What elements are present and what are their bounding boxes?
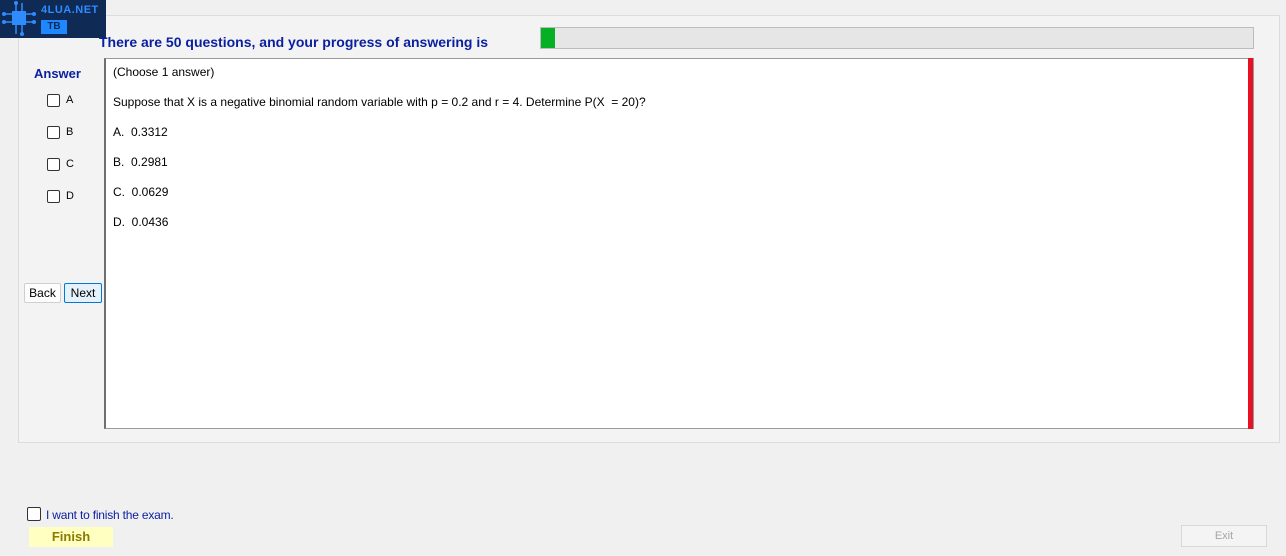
- back-button[interactable]: Back: [24, 283, 61, 303]
- next-button[interactable]: Next: [64, 283, 102, 303]
- answer-option-label: D: [66, 190, 74, 202]
- answer-option-label: A: [66, 94, 74, 106]
- question-text: Suppose that X is a negative binomial ra…: [113, 95, 646, 109]
- progress-bar: [540, 27, 1254, 49]
- logo-badge: TB: [41, 20, 67, 34]
- choice-d: D. 0.0436: [113, 215, 169, 229]
- circuit-chip-icon: [2, 1, 36, 36]
- finish-exam-label: I want to finish the exam.: [46, 508, 174, 522]
- site-logo: 4LUA.NET TB: [0, 0, 106, 38]
- checkbox-c[interactable]: [47, 158, 60, 171]
- checkbox-d[interactable]: [47, 190, 60, 203]
- finish-exam-checkbox[interactable]: [27, 507, 41, 521]
- question-panel: (Choose 1 answer) Suppose that X is a ne…: [104, 58, 1254, 429]
- choice-b: B. 0.2981: [113, 155, 168, 169]
- question-instruction: (Choose 1 answer): [113, 65, 215, 79]
- choice-a: A. 0.3312: [113, 125, 168, 139]
- exit-button[interactable]: Exit: [1181, 525, 1267, 547]
- checkbox-a[interactable]: [47, 94, 60, 107]
- progress-label: There are 50 questions, and your progres…: [99, 34, 488, 50]
- logo-text: 4LUA.NET: [41, 4, 99, 16]
- answer-heading: Answer: [34, 66, 81, 81]
- answer-option-label: B: [66, 126, 74, 138]
- finish-button[interactable]: Finish: [29, 527, 113, 547]
- progress-bar-fill: [541, 28, 556, 48]
- scroll-indicator-bar: [1248, 58, 1253, 429]
- answer-option-label: C: [66, 158, 74, 170]
- checkbox-b[interactable]: [47, 126, 60, 139]
- choice-c: C. 0.0629: [113, 185, 169, 199]
